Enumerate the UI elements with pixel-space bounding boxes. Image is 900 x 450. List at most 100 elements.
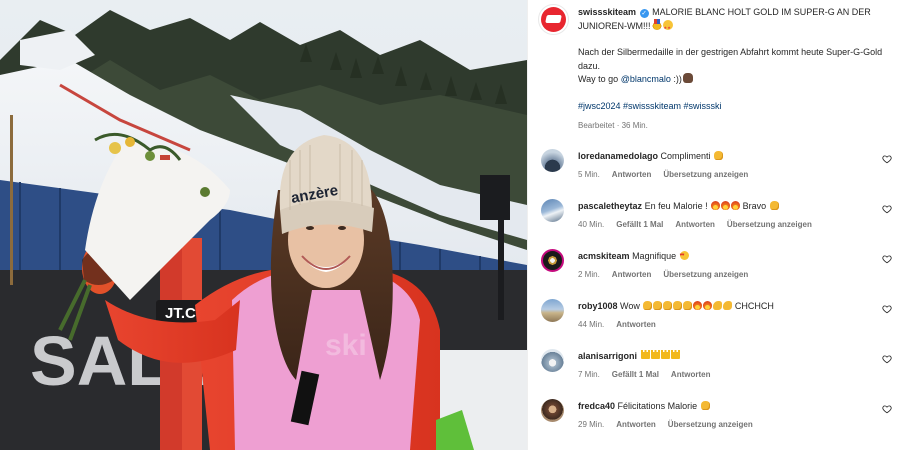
comment-avatar[interactable] bbox=[541, 249, 564, 272]
comment-time: 40 Min. bbox=[578, 220, 605, 229]
comment-text: Félicitations Malorie bbox=[617, 401, 700, 411]
comment-avatar[interactable] bbox=[541, 299, 564, 322]
comment-row: pascaletheytaz En feu Malorie ! Bravo 40… bbox=[528, 190, 900, 240]
crown-emoji-icon bbox=[660, 350, 670, 359]
clap-emoji-icon bbox=[700, 401, 710, 410]
comment-translate-button[interactable]: Übersetzung anzeigen bbox=[663, 170, 748, 179]
medal-emoji-icon bbox=[651, 18, 662, 30]
comment-text-line: pascaletheytaz En feu Malorie ! Bravo bbox=[578, 201, 779, 211]
post-side-panel: swissskiteam ✓ MALORIE BLANC HOLT GOLD I… bbox=[527, 0, 900, 450]
clap-emoji-icon bbox=[673, 301, 683, 310]
comment-reply-button[interactable]: Antworten bbox=[612, 170, 652, 179]
comment-text: Magnifique bbox=[632, 251, 679, 261]
caption-username[interactable]: swissskiteam bbox=[578, 7, 636, 17]
comment-time: 7 Min. bbox=[578, 370, 600, 379]
instagram-post-view: SALO JT.C ski 1 bbox=[0, 0, 900, 450]
comment-translate-button[interactable]: Übersetzung anzeigen bbox=[663, 270, 748, 279]
post-photo[interactable]: SALO JT.C ski 1 bbox=[0, 0, 527, 450]
fire-emoji-icon bbox=[703, 301, 713, 310]
comment-meta: 5 Min. Antworten Übersetzung anzeigen bbox=[578, 170, 760, 179]
post-caption: swissskiteam ✓ MALORIE BLANC HOLT GOLD I… bbox=[528, 0, 900, 140]
like-heart-icon[interactable] bbox=[882, 254, 892, 264]
caption-meta: Bearbeitet · 36 Min. bbox=[578, 121, 648, 130]
account-avatar[interactable] bbox=[538, 4, 569, 35]
caption-body-line1: Nach der Silbermedaille in der gestrigen… bbox=[578, 47, 883, 71]
comment-meta: 40 Min. Gefällt 1 Mal Antworten Übersetzung… bbox=[578, 220, 824, 229]
fire-emoji-icon bbox=[693, 301, 703, 310]
face-emoji-icon bbox=[682, 73, 693, 83]
crown-emoji-icon bbox=[650, 350, 660, 359]
heartface-emoji-icon bbox=[679, 251, 689, 260]
comment-text: En feu Malorie ! bbox=[644, 201, 711, 211]
comment-text-line: alanisarrigoni bbox=[578, 350, 680, 361]
comment-time: 2 Min. bbox=[578, 270, 600, 279]
like-heart-icon[interactable] bbox=[882, 404, 892, 414]
comment-avatar[interactable] bbox=[541, 199, 564, 222]
caption-text: swissskiteam ✓ MALORIE BLANC HOLT GOLD I… bbox=[578, 6, 893, 113]
comment-meta: 29 Min. Antworten Übersetzung anzeigen bbox=[578, 420, 765, 429]
comments-list: loredanamedolago Complimenti 5 Min. Antwo… bbox=[528, 140, 900, 440]
like-heart-icon[interactable] bbox=[882, 154, 892, 164]
bib-watermark: ski bbox=[325, 329, 367, 362]
fire-emoji-icon bbox=[711, 201, 721, 210]
comment-like-count[interactable]: Gefällt 1 Mal bbox=[616, 220, 663, 229]
comment-reply-button[interactable]: Antworten bbox=[616, 320, 656, 329]
like-heart-icon[interactable] bbox=[882, 304, 892, 314]
muscle-emoji-icon bbox=[713, 301, 723, 310]
fire-emoji-icon bbox=[731, 201, 741, 210]
star-struck-emoji-icon bbox=[662, 19, 673, 34]
comment-username[interactable]: loredanamedolago bbox=[578, 151, 658, 161]
comment-username[interactable]: pascaletheytaz bbox=[578, 201, 642, 211]
crown-emoji-icon bbox=[640, 350, 650, 359]
comment-meta: 44 Min. Antworten bbox=[578, 320, 668, 329]
comment-meta: 7 Min. Gefällt 1 Mal Antworten bbox=[578, 370, 722, 379]
clap-emoji-icon bbox=[643, 301, 653, 310]
comment-text-line: loredanamedolago Complimenti bbox=[578, 151, 724, 161]
comment-row: fredca40 Félicitations Malorie 29 Min. An… bbox=[528, 390, 900, 440]
comment-reply-button[interactable]: Antworten bbox=[616, 420, 656, 429]
clap-emoji-icon bbox=[769, 201, 779, 210]
comment-username[interactable]: acmskiteam bbox=[578, 251, 630, 261]
comment-reply-button[interactable]: Antworten bbox=[675, 220, 715, 229]
comment-time: 5 Min. bbox=[578, 170, 600, 179]
verified-badge-icon: ✓ bbox=[639, 9, 649, 18]
caption-body: Nach der Silbermedaille in der gestrigen… bbox=[578, 46, 893, 87]
comment-text: Wow bbox=[620, 301, 643, 311]
comment-text-line: roby1008 Wow CHCHCH bbox=[578, 301, 774, 311]
comment-row: acmskiteam Magnifique 2 Min. Antworten Übe… bbox=[528, 240, 900, 290]
comment-avatar[interactable] bbox=[541, 349, 564, 372]
comment-row: alanisarrigoni 7 Min. Gefällt 1 Mal Antwor… bbox=[528, 340, 900, 390]
comment-username[interactable]: fredca40 bbox=[578, 401, 615, 411]
caption-body-line2-prefix: Way to go bbox=[578, 74, 621, 84]
comment-meta: 2 Min. Antworten Übersetzung anzeigen bbox=[578, 270, 760, 279]
comment-username[interactable]: alanisarrigoni bbox=[578, 351, 637, 361]
comment-avatar[interactable] bbox=[541, 149, 564, 172]
comment-text-line: fredca40 Félicitations Malorie bbox=[578, 401, 710, 411]
comment-reply-button[interactable]: Antworten bbox=[612, 270, 652, 279]
caption-body-line2-suffix: :)) bbox=[670, 74, 682, 84]
comment-row: roby1008 Wow CHCHCH 44 Min. Antworten bbox=[528, 290, 900, 340]
comment-reply-button[interactable]: Antworten bbox=[671, 370, 711, 379]
like-heart-icon[interactable] bbox=[882, 354, 892, 364]
comment-translate-button[interactable]: Übersetzung anzeigen bbox=[668, 420, 753, 429]
comment-avatar[interactable] bbox=[541, 399, 564, 422]
comment-like-count[interactable]: Gefällt 1 Mal bbox=[612, 370, 659, 379]
ski-brand-text: JT.C bbox=[165, 305, 196, 322]
like-heart-icon[interactable] bbox=[882, 204, 892, 214]
comment-text: Complimenti bbox=[660, 151, 714, 161]
comment-text-after: CHCHCH bbox=[732, 301, 774, 311]
clap-emoji-icon bbox=[663, 301, 673, 310]
crown-emoji-icon bbox=[670, 350, 680, 359]
fire-emoji-icon bbox=[721, 201, 731, 210]
comment-text-line: acmskiteam Magnifique bbox=[578, 251, 689, 261]
comment-time: 29 Min. bbox=[578, 420, 605, 429]
clap-emoji-icon bbox=[683, 301, 693, 310]
clap-emoji-icon bbox=[714, 151, 724, 160]
comment-username[interactable]: roby1008 bbox=[578, 301, 618, 311]
clap-emoji-icon bbox=[653, 301, 663, 310]
comment-row: loredanamedolago Complimenti 5 Min. Antwo… bbox=[528, 140, 900, 190]
comment-translate-button[interactable]: Übersetzung anzeigen bbox=[727, 220, 812, 229]
caption-mention-link[interactable]: @blancmalo bbox=[621, 74, 671, 84]
comment-text-after: Bravo bbox=[740, 201, 769, 211]
caption-hashtags[interactable]: #jwsc2024 #swissskiteam #swissski bbox=[578, 100, 893, 114]
